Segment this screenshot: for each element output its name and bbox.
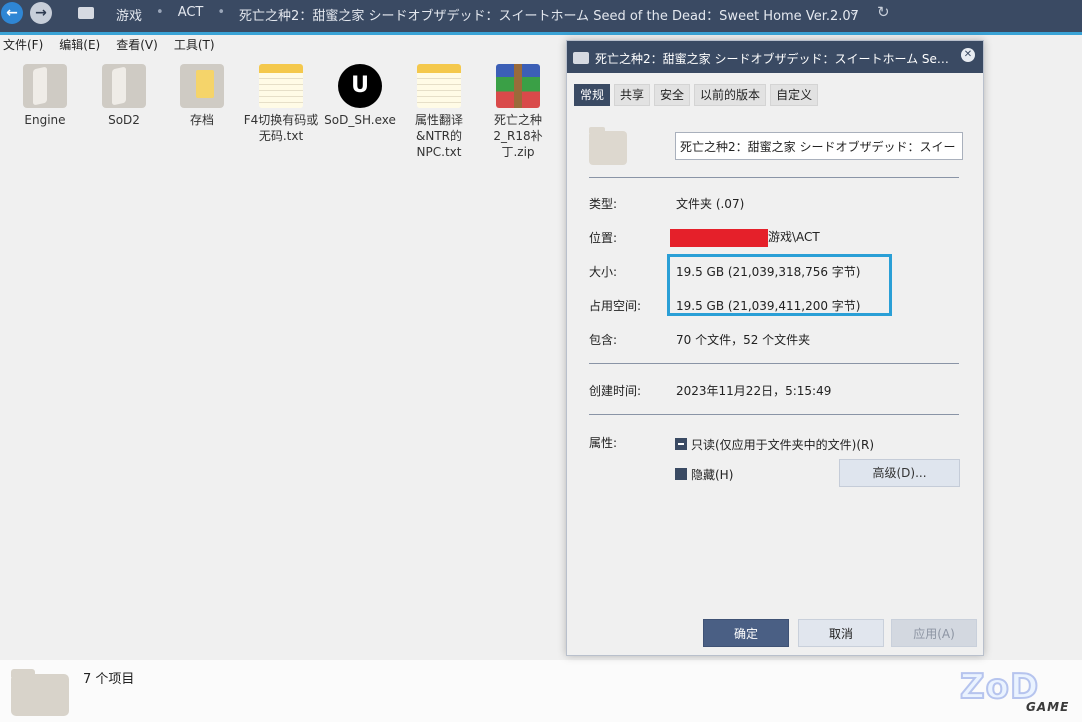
close-icon[interactable]: ✕	[961, 48, 975, 62]
file-name: 死亡之种2_R18补丁.zip	[493, 113, 543, 159]
created-label: 创建时间:	[589, 384, 642, 398]
contains-label: 包含:	[589, 333, 618, 347]
folder-icon	[11, 669, 69, 716]
size-on-disk-label: 占用空间:	[589, 299, 642, 313]
location-value: 游戏\ACT	[768, 230, 820, 244]
file-name: SoD2	[108, 113, 140, 127]
file-item-toggle-txt[interactable]: F4切换有码或无码.txt	[242, 64, 320, 144]
hidden-label[interactable]: 隐藏(H)	[691, 466, 733, 483]
title-bar: ← → 游戏 • ACT • 死亡之种2：甜蜜之家 シードオブザデッド：スイート…	[0, 0, 1082, 32]
item-count: 7 个项目	[83, 672, 135, 687]
winrar-archive-icon	[496, 64, 540, 108]
folder-icon	[23, 64, 67, 108]
divider	[589, 414, 959, 415]
created-value: 2023年11月22日，5:15:49	[676, 384, 832, 398]
zod-game-logo: ZoD GAME	[959, 667, 1078, 716]
advanced-button[interactable]: 高级(D)...	[839, 459, 960, 487]
tab-strip: 常规 共享 安全 以前的版本 自定义	[574, 84, 819, 106]
cancel-button[interactable]: 取消	[798, 619, 884, 647]
type-label: 类型:	[589, 197, 618, 211]
breadcrumb-separator: •	[156, 5, 164, 20]
file-item-sod2[interactable]: SoD2	[85, 64, 163, 128]
logo-text: GAME	[1026, 700, 1070, 714]
file-name: F4切换有码或无码.txt	[243, 113, 319, 143]
type-value: 文件夹 (.07)	[676, 197, 745, 211]
tab-customize[interactable]: 自定义	[770, 84, 819, 106]
location-value-row: 游戏\ACT	[670, 228, 820, 247]
menu-tools[interactable]: 工具(T)	[174, 36, 215, 56]
tab-security[interactable]: 安全	[654, 84, 691, 106]
file-item-engine[interactable]: Engine	[6, 64, 84, 128]
menu-view[interactable]: 查看(V)	[116, 36, 158, 56]
file-item-saves[interactable]: 存档	[163, 64, 241, 128]
breadcrumb-separator: •	[217, 5, 226, 20]
size-value: 19.5 GB (21,039,318,756 字节)	[676, 265, 861, 279]
file-item-patch-zip[interactable]: 死亡之种2_R18补丁.zip	[479, 64, 557, 160]
file-item-exe[interactable]: U SoD_SH.exe	[321, 64, 399, 128]
dialog-title-bar[interactable]: 死亡之种2：甜蜜之家 シードオブザデッド：スイートホーム See... ✕	[567, 41, 983, 73]
refresh-icon[interactable]: ↻	[877, 3, 890, 21]
divider	[589, 177, 959, 178]
back-arrow-icon[interactable]: ←	[1, 2, 23, 24]
folder-name-input[interactable]	[675, 132, 963, 160]
breadcrumb-item-games[interactable]: 游戏	[116, 5, 142, 24]
text-file-icon	[259, 64, 303, 108]
file-item-translation-txt[interactable]: 属性翻译&NTR的NPC.txt	[400, 64, 478, 160]
menu-edit[interactable]: 编辑(E)	[59, 36, 100, 56]
menu-bar: 文件(F) 编辑(E) 查看(V) 工具(T)	[0, 36, 560, 56]
tab-general[interactable]: 常规	[574, 84, 611, 106]
ok-button[interactable]: 确定	[703, 619, 789, 647]
apply-button[interactable]: 应用(A)	[891, 619, 977, 647]
breadcrumb-item-current[interactable]: 死亡之种2：甜蜜之家 シードオブザデッド：スイートホーム Seed of the…	[239, 5, 859, 24]
status-bar: 7 个项目 ZoD GAME	[0, 660, 1082, 722]
readonly-label[interactable]: 只读(仅应用于文件夹中的文件)(R)	[691, 436, 874, 453]
redaction-block	[670, 228, 768, 247]
attributes-label: 属性:	[589, 436, 618, 450]
file-name: SoD_SH.exe	[324, 113, 396, 127]
location-label: 位置:	[589, 231, 618, 245]
file-name: 属性翻译&NTR的NPC.txt	[414, 113, 463, 159]
properties-dialog: 死亡之种2：甜蜜之家 シードオブザデッド：スイートホーム See... ✕ 常规…	[566, 40, 984, 656]
divider	[589, 363, 959, 364]
hidden-checkbox[interactable]	[675, 468, 687, 480]
breadcrumb: 游戏 • ACT • 死亡之种2：甜蜜之家 シードオブザデッド：スイートホーム …	[116, 5, 859, 24]
readonly-checkbox[interactable]	[675, 438, 687, 450]
folder-icon	[573, 52, 589, 64]
folder-icon	[78, 7, 94, 19]
text-file-icon	[417, 64, 461, 108]
tab-sharing[interactable]: 共享	[614, 84, 651, 106]
folder-icon	[180, 64, 224, 108]
menu-file[interactable]: 文件(F)	[3, 36, 43, 56]
size-label: 大小:	[589, 265, 618, 279]
forward-arrow-icon[interactable]: →	[30, 2, 52, 24]
chevron-down-icon[interactable]: ⌄	[848, 4, 859, 19]
file-name: Engine	[24, 113, 66, 127]
size-on-disk-value: 19.5 GB (21,039,411,200 字节)	[676, 299, 861, 313]
accent-line	[0, 32, 1082, 35]
unreal-engine-icon: U	[338, 64, 382, 108]
file-name: 存档	[189, 113, 214, 127]
folder-icon	[589, 127, 627, 165]
dialog-title: 死亡之种2：甜蜜之家 シードオブザデッド：スイートホーム See...	[595, 52, 955, 66]
folder-icon	[102, 64, 146, 108]
contains-value: 70 个文件，52 个文件夹	[676, 333, 811, 347]
tab-previous-versions[interactable]: 以前的版本	[694, 84, 767, 106]
breadcrumb-item-act[interactable]: ACT	[178, 5, 204, 24]
